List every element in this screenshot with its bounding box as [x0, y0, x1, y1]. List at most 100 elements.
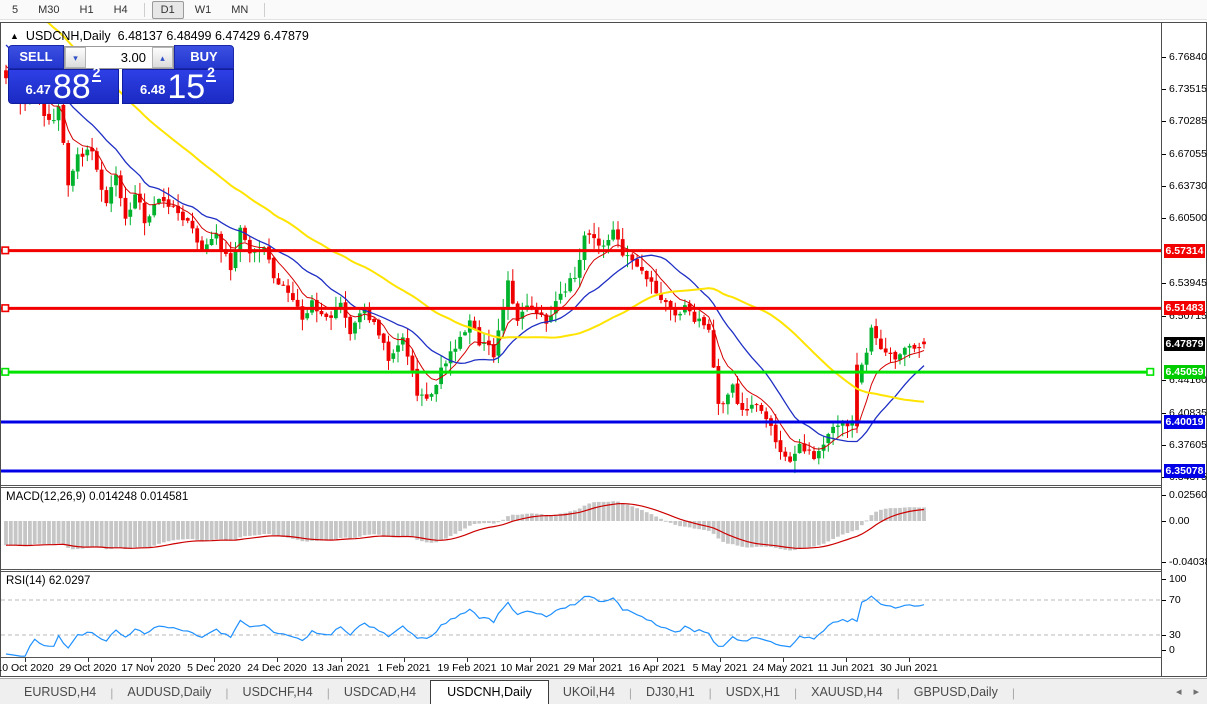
- price-tick-label: 6.73515: [1169, 83, 1207, 95]
- rsi-tick-label: 30: [1169, 629, 1181, 641]
- chart-title-row: ▲ USDCNH,Daily 6.48137 6.48499 6.47429 6…: [10, 29, 309, 43]
- date-tick-label: 1 Feb 2021: [377, 662, 430, 674]
- chart-tab-usdchf-h4[interactable]: USDCHF,H4: [229, 681, 327, 704]
- buy-price-pip: 2: [206, 64, 216, 82]
- one-click-trading-panel: SELL ▾ 3.00 ▴ BUY 6.47 88 2 6.48 15 2: [8, 45, 234, 104]
- price-tick-dash: [1162, 121, 1166, 122]
- chart-tab-usdx-h1[interactable]: USDX,H1: [712, 681, 794, 704]
- macd-tick-label: 0.025609: [1169, 489, 1207, 501]
- price-line-badge: 6.51483: [1164, 301, 1205, 315]
- rsi-tick-dash: [1162, 579, 1166, 580]
- hline-marker: [2, 305, 9, 312]
- timeframe-button-5[interactable]: 5: [3, 1, 27, 19]
- timeframe-button-H1[interactable]: H1: [71, 1, 103, 19]
- price-tick-label: 6.67055: [1169, 148, 1207, 160]
- macd-tick-label: -0.040386: [1169, 556, 1207, 568]
- volume-spinner: ▾ 3.00 ▴: [64, 46, 174, 69]
- chart-tab-usdcnh-daily[interactable]: USDCNH,Daily: [430, 680, 549, 704]
- chart-tab-dj30-h1[interactable]: DJ30,H1: [632, 681, 709, 704]
- date-tick-label: 19 Feb 2021: [438, 662, 497, 674]
- sell-price-big: 88: [53, 74, 91, 101]
- date-axis[interactable]: 10 Oct 202029 Oct 202017 Nov 20205 Dec 2…: [1, 658, 1161, 676]
- timeframe-button-MN[interactable]: MN: [222, 1, 257, 19]
- macd-tick-dash: [1162, 521, 1166, 522]
- date-tick-label: 24 May 2021: [753, 662, 814, 674]
- chart-tab-ukoil-h4[interactable]: UKOil,H4: [549, 681, 629, 704]
- timeframe-button-H4[interactable]: H4: [105, 1, 137, 19]
- volume-down-button[interactable]: ▾: [65, 47, 86, 68]
- chart-tab-bar: EURUSD,H4|AUDUSD,Daily|USDCHF,H4|USDCAD,…: [0, 678, 1207, 704]
- buy-button[interactable]: BUY: [174, 45, 234, 69]
- price-tick-dash: [1162, 218, 1166, 219]
- trade-panel-top-row: SELL ▾ 3.00 ▴ BUY: [8, 45, 234, 69]
- rsi-line: [6, 596, 924, 656]
- macd-pane[interactable]: MACD(12,26,9) 0.014248 0.014581: [1, 488, 1161, 569]
- hline-marker: [2, 247, 9, 254]
- buy-price-box[interactable]: 6.48 15 2: [122, 69, 234, 104]
- date-tick-label: 5 Dec 2020: [187, 662, 241, 674]
- buy-price-base: 6.48: [140, 82, 165, 97]
- macd-tick-label: 0.00: [1169, 515, 1189, 527]
- price-line-badge: 6.40019: [1164, 415, 1205, 429]
- sell-price-box[interactable]: 6.47 88 2: [8, 69, 119, 104]
- macd-histogram: [4, 501, 926, 550]
- price-tick-dash: [1162, 445, 1166, 446]
- rsi-pane[interactable]: RSI(14) 62.0297: [1, 572, 1161, 657]
- price-tick-label: 6.53945: [1169, 277, 1207, 289]
- volume-up-button[interactable]: ▴: [152, 47, 173, 68]
- price-tick-label: 6.70285: [1169, 115, 1207, 127]
- ohlc-values: 6.48137 6.48499 6.47429 6.47879: [118, 29, 309, 43]
- chart-window: MACD(12,26,9) 0.014248 0.014581 RSI(14) …: [0, 22, 1207, 677]
- date-tick-label: 13 Jan 2021: [312, 662, 370, 674]
- sell-button[interactable]: SELL: [8, 45, 64, 69]
- date-tick-label: 24 Dec 2020: [247, 662, 307, 674]
- candlesticks: [4, 65, 926, 473]
- price-axis[interactable]: 6.76840 6.73515 6.70285 6.67055 6.63730 6.605…: [1161, 23, 1206, 676]
- tab-separator: |: [1012, 686, 1015, 704]
- price-line-badge: 6.45059: [1164, 365, 1205, 379]
- date-tick-label: 29 Oct 2020: [59, 662, 116, 674]
- date-tick-label: 16 Apr 2021: [629, 662, 686, 674]
- toolbar-separator: [264, 3, 265, 17]
- rsi-tick-dash: [1162, 635, 1166, 636]
- current-price-badge: 6.47879: [1164, 337, 1205, 351]
- price-tick-dash: [1162, 283, 1166, 284]
- price-tick-label: 6.76840: [1169, 51, 1207, 63]
- timeframe-toolbar: 5M30H1H4 D1W1MN: [0, 0, 1207, 20]
- chart-tab-gbpusd-daily[interactable]: GBPUSD,Daily: [900, 681, 1012, 704]
- price-tick-label: 6.60500: [1169, 212, 1207, 224]
- rsi-canvas[interactable]: [1, 572, 1161, 657]
- one-click-panel-toggle-icon[interactable]: ▲: [10, 31, 19, 41]
- hline-marker: [1147, 369, 1154, 376]
- chart-tab-audusd-daily[interactable]: AUDUSD,Daily: [113, 681, 225, 704]
- timeframe-button-W1[interactable]: W1: [186, 1, 221, 19]
- price-tick-dash: [1162, 316, 1166, 317]
- rsi-label: RSI(14) 62.0297: [6, 575, 90, 587]
- mt4-window: 5M30H1H4 D1W1MN MACD(12,26,9) 0.014248 0.…: [0, 0, 1207, 704]
- hline-marker: [2, 369, 9, 376]
- price-line-badge: 6.57314: [1164, 244, 1205, 258]
- date-tick-label: 11 Jun 2021: [817, 662, 874, 674]
- price-tick-dash: [1162, 154, 1166, 155]
- price-tick-dash: [1162, 57, 1166, 58]
- rsi-tick-label: 100: [1169, 573, 1187, 585]
- buy-price-big: 15: [167, 74, 205, 101]
- rsi-tick-label: 0: [1169, 644, 1175, 656]
- date-tick-label: 10 Mar 2021: [501, 662, 560, 674]
- timeframe-button-M30[interactable]: M30: [29, 1, 68, 19]
- tab-nav: ◂ ▸: [1176, 685, 1199, 698]
- price-tick-dash: [1162, 380, 1166, 381]
- sell-price-pip: 2: [92, 64, 102, 82]
- price-line-badge: 6.35078: [1164, 464, 1205, 478]
- tab-scroll-right-icon[interactable]: ▸: [1193, 685, 1199, 698]
- toolbar-separator: [144, 3, 145, 17]
- chart-tab-xauusd-h4[interactable]: XAUUSD,H4: [797, 681, 897, 704]
- rsi-tick-label: 70: [1169, 594, 1181, 606]
- chart-tab-usdcad-h4[interactable]: USDCAD,H4: [330, 681, 430, 704]
- price-tick-label: 6.63730: [1169, 180, 1207, 192]
- timeframe-button-D1[interactable]: D1: [152, 1, 184, 19]
- chart-tab-eurusd-h4[interactable]: EURUSD,H4: [10, 681, 110, 704]
- sell-price-base: 6.47: [26, 82, 51, 97]
- tab-scroll-left-icon[interactable]: ◂: [1176, 685, 1182, 698]
- macd-tick-dash: [1162, 495, 1166, 496]
